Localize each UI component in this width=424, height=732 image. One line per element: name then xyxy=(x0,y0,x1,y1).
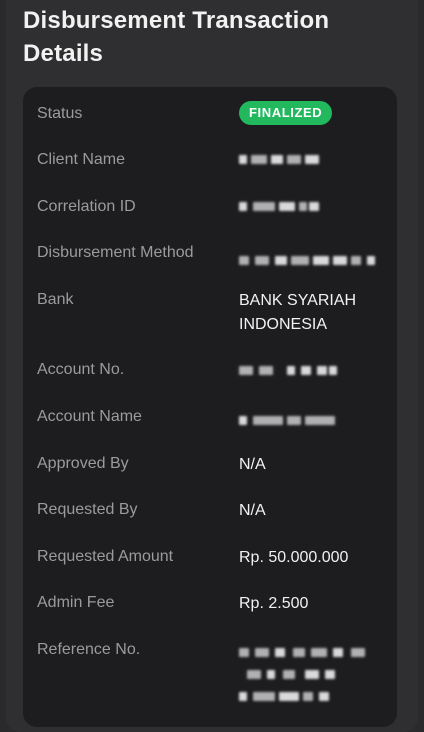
requested-amount-value: Rp. 50.000.000 xyxy=(239,549,349,566)
reference-no-label: Reference No. xyxy=(37,641,141,658)
bank-value: BANK SYARIAH INDONESIA xyxy=(239,292,357,333)
approved-by-value: N/A xyxy=(239,456,266,473)
status-badge: FINALIZED xyxy=(239,101,333,125)
status-label: Status xyxy=(37,105,83,122)
requested-by-label: Requested By xyxy=(37,501,138,518)
page-title: Disbursement Transaction Details xyxy=(23,7,330,67)
account-no-label: Account No. xyxy=(37,361,125,378)
requested-by-value: N/A xyxy=(239,502,266,519)
details-card: Status FINALIZED Client Name Correlation… xyxy=(23,87,397,727)
admin-fee-value: Rp. 2.500 xyxy=(239,595,309,612)
client-name-label: Client Name xyxy=(37,151,126,168)
reference-no-value-redacted xyxy=(239,648,379,708)
disbursement-method-label: Disbursement Method xyxy=(37,244,194,261)
admin-fee-label: Admin Fee xyxy=(37,594,115,611)
requested-amount-label: Requested Amount xyxy=(37,548,174,565)
screen: Disbursement Transaction Details Status … xyxy=(0,0,424,732)
bank-label: Bank xyxy=(37,291,74,308)
account-name-label: Account Name xyxy=(37,408,142,425)
correlation-id-label: Correlation ID xyxy=(37,198,136,215)
approved-by-label: Approved By xyxy=(37,455,129,472)
